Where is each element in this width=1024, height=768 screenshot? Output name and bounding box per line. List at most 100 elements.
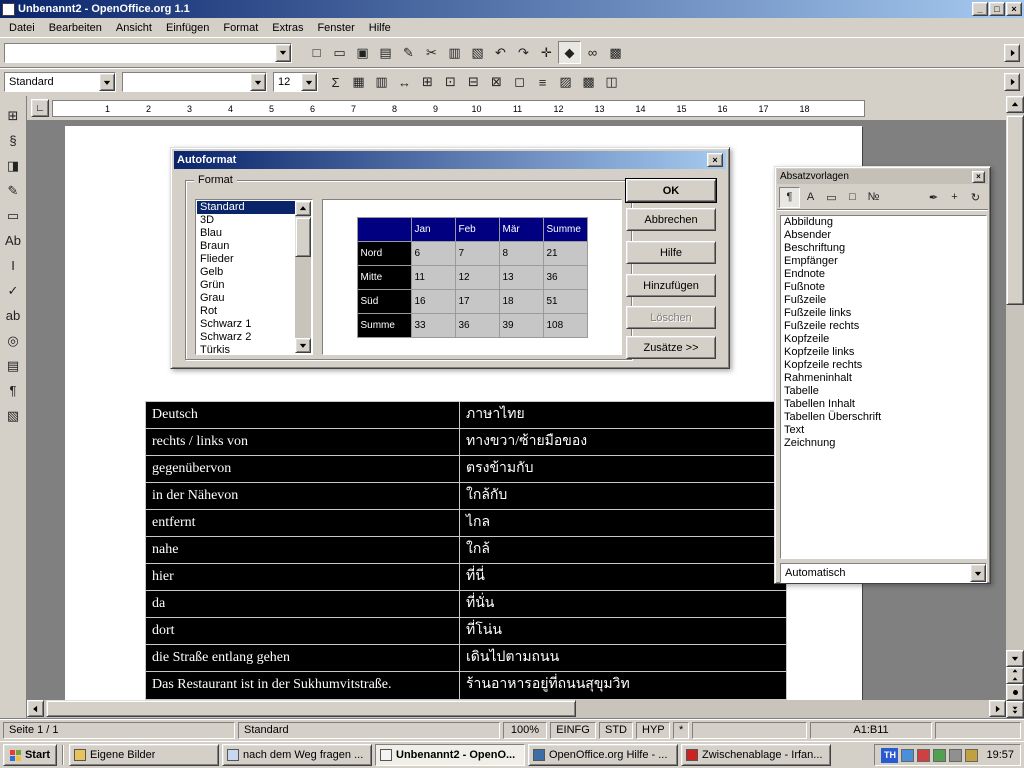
style-list-item[interactable]: Tabellen Inhalt (781, 398, 986, 411)
format-list-item[interactable]: 3D (197, 214, 295, 227)
draw-functions-icon[interactable]: ✎ (2, 179, 25, 202)
format-list-item[interactable]: Grün (197, 279, 295, 292)
table-cell-german[interactable]: nahe (146, 537, 460, 563)
status-selection-mode[interactable]: STD (599, 722, 633, 739)
frame-styles-icon[interactable]: ▭ (821, 187, 842, 208)
find-replace-icon[interactable]: ◎ (2, 329, 25, 352)
table-properties-icon[interactable]: ◫ (600, 71, 623, 94)
help-button[interactable]: Hilfe (626, 241, 716, 264)
size-dropdown-button[interactable] (301, 73, 317, 91)
merge-cells-icon[interactable]: ▦ (347, 71, 370, 94)
autotext-icon[interactable]: Ab (2, 229, 25, 252)
style-list-item[interactable]: Zeichnung (781, 437, 986, 450)
style-list-item[interactable]: Abbildung (781, 216, 986, 229)
start-button[interactable]: Start (3, 744, 57, 766)
listbox-scrollbar[interactable] (295, 201, 311, 353)
style-list-item[interactable]: Beschriftung (781, 242, 986, 255)
style-list-item[interactable]: Fußzeile (781, 294, 986, 307)
insert-row-icon[interactable]: ⊞ (416, 71, 439, 94)
format-list-item[interactable]: Gelb (197, 266, 295, 279)
status-zoom[interactable]: 100% (503, 722, 547, 739)
list-scroll-up-button[interactable] (295, 201, 311, 216)
ok-button[interactable]: OK (626, 179, 716, 202)
stylist-close-button[interactable]: × (972, 171, 985, 183)
style-list[interactable]: AbbildungAbsenderBeschriftungEmpfängerEn… (780, 215, 987, 559)
style-list-item[interactable]: Kopfzeile links (781, 346, 986, 359)
style-list-item[interactable]: Tabelle (781, 385, 986, 398)
vertical-scrollbar[interactable] (1006, 96, 1024, 718)
style-list-item[interactable]: Fußnote (781, 281, 986, 294)
line-style-icon[interactable]: ≡ (531, 71, 554, 94)
style-list-item[interactable]: Empfänger (781, 255, 986, 268)
status-page-style[interactable]: Standard (238, 722, 500, 739)
cancel-button[interactable]: Abbrechen (626, 208, 716, 231)
style-filter-combobox[interactable]: Automatisch (780, 563, 987, 583)
character-styles-icon[interactable]: A (800, 187, 821, 208)
window-titlebar[interactable]: Unbenannt2 - OpenOffice.org 1.1 _ □ × (0, 0, 1024, 18)
table-cell-german[interactable]: gegenübervon (146, 456, 460, 482)
next-page-button[interactable] (1006, 701, 1024, 718)
object-toolbar-more-button[interactable] (1004, 73, 1020, 91)
open-icon[interactable]: ▭ (328, 41, 351, 64)
undo-icon[interactable]: ↶ (489, 41, 512, 64)
stylist-icon[interactable]: ◆ (558, 41, 581, 64)
tab-selector-button[interactable]: ∟ (31, 99, 49, 117)
previous-page-button[interactable] (1006, 667, 1024, 684)
menu-item[interactable]: Ansicht (109, 19, 159, 37)
format-list-item[interactable]: Standard (197, 201, 295, 214)
table-cell-german[interactable]: rechts / links von (146, 429, 460, 455)
cut-icon[interactable]: ✂ (420, 41, 443, 64)
menu-item[interactable]: Hilfe (362, 19, 398, 37)
task-button[interactable]: Unbenannt2 - OpenO... (375, 744, 525, 766)
table-cell-german[interactable]: entfernt (146, 510, 460, 536)
table-cell-thai[interactable]: เดินไปตามถนน (460, 645, 786, 671)
horizontal-ruler[interactable]: 123456789101112131415161718 (52, 100, 865, 117)
update-style-icon[interactable]: ↻ (965, 187, 986, 208)
split-cells-icon[interactable]: ▥ (370, 71, 393, 94)
format-list-item[interactable]: Schwarz 1 (197, 318, 295, 331)
numbering-styles-icon[interactable]: № (863, 187, 884, 208)
horizontal-scroll-thumb[interactable] (46, 700, 576, 717)
copy-icon[interactable]: ▥ (443, 41, 466, 64)
format-list-item[interactable]: Grau (197, 292, 295, 305)
format-list-item[interactable]: Braun (197, 240, 295, 253)
pen-tablet-icon[interactable] (901, 749, 914, 762)
table-cell-german[interactable]: hier (146, 564, 460, 590)
style-list-item[interactable]: Absender (781, 229, 986, 242)
scheduler-icon[interactable] (965, 749, 978, 762)
scroll-right-button[interactable] (989, 700, 1006, 717)
table-cell-thai[interactable]: ที่นั่น (460, 591, 786, 617)
style-list-item[interactable]: Fußzeile links (781, 307, 986, 320)
style-list-item[interactable]: Endnote (781, 268, 986, 281)
optimize-icon[interactable]: ↔ (393, 71, 416, 94)
page-styles-icon[interactable]: □ (842, 187, 863, 208)
antivirus-icon[interactable] (917, 749, 930, 762)
horizontal-scrollbar[interactable] (27, 700, 1006, 718)
font-size-combobox[interactable]: 12 (273, 72, 318, 92)
scroll-left-button[interactable] (27, 700, 44, 717)
form-functions-icon[interactable]: ▭ (2, 204, 25, 227)
menu-item[interactable]: Einfügen (159, 19, 216, 37)
status-hyperlink-mode[interactable]: HYP (636, 722, 670, 739)
task-button[interactable]: nach dem Weg fragen ... (222, 744, 372, 766)
table-cell-german[interactable]: da (146, 591, 460, 617)
list-scroll-down-button[interactable] (295, 338, 311, 353)
new-style-icon[interactable]: + (944, 187, 965, 208)
table-cell-thai[interactable]: ที่โน่น (460, 618, 786, 644)
paragraph-styles-icon[interactable]: ¶ (779, 187, 800, 208)
scroll-down-button[interactable] (1006, 650, 1024, 667)
taskbar-clock[interactable]: 19:57 (986, 749, 1014, 761)
delete-row-icon[interactable]: ⊟ (462, 71, 485, 94)
format-list-item[interactable]: Schwarz 2 (197, 331, 295, 344)
table-cell-thai[interactable]: ไกล (460, 510, 786, 536)
menu-item[interactable]: Extras (265, 19, 310, 37)
paragraph-style-combobox[interactable]: Standard (4, 72, 116, 92)
table-cell-thai[interactable]: ตรงข้ามกับ (460, 456, 786, 482)
insert-icon[interactable]: ⊞ (2, 104, 25, 127)
more-options-button[interactable]: Zusätze >> (626, 336, 716, 359)
autospellcheck-icon[interactable]: ab (2, 304, 25, 327)
dialog-titlebar[interactable]: Autoformat × (174, 151, 726, 169)
table-cell-thai[interactable]: ร้านอาหารอยู่ที่ถนนสุขุมวิท (460, 672, 786, 699)
table-cell-thai[interactable]: ภาษาไทย (460, 402, 786, 428)
url-combobox[interactable] (4, 43, 292, 63)
